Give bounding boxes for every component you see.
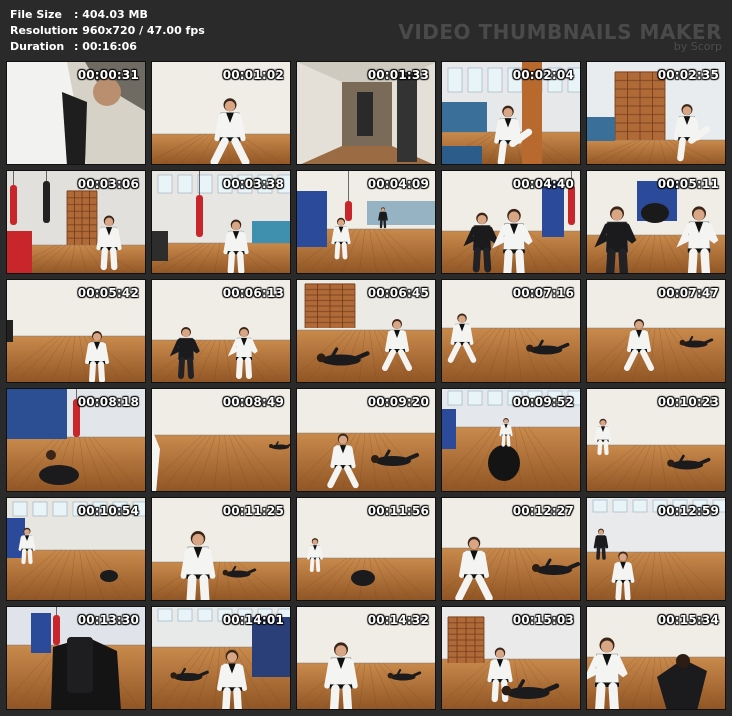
thumbnail-timestamp: 00:14:32 (367, 613, 429, 627)
thumbnail-frame[interactable]: 00:04:09 (296, 170, 436, 274)
thumbnail-frame[interactable]: 00:11:56 (296, 497, 436, 601)
file-size-row: File Size : 404.03 MB (10, 7, 205, 23)
thumbnail-timestamp: 00:01:33 (367, 68, 429, 82)
thumbnail-frame[interactable]: 00:03:38 (151, 170, 291, 274)
thumbnail-timestamp: 00:06:13 (222, 286, 284, 300)
thumbnail-frame[interactable]: 00:01:02 (151, 61, 291, 165)
thumbnail-timestamp: 00:09:20 (367, 395, 429, 409)
thumbnail-frame[interactable]: 00:05:11 (586, 170, 726, 274)
thumbnail-frame[interactable]: 00:07:47 (586, 279, 726, 383)
thumbnail-timestamp: 00:07:47 (657, 286, 719, 300)
file-size-value: : 404.03 MB (74, 8, 148, 21)
thumbnail-frame[interactable]: 00:14:32 (296, 606, 436, 710)
video-info-panel: File Size : 404.03 MB Resolution : 960x7… (10, 7, 205, 55)
thumbnail-timestamp: 00:02:35 (657, 68, 719, 82)
thumbnail-frame[interactable]: 00:13:30 (6, 606, 146, 710)
thumbnail-timestamp: 00:12:59 (657, 504, 719, 518)
thumbnail-timestamp: 00:11:56 (367, 504, 429, 518)
thumbnail-frame[interactable]: 00:10:54 (6, 497, 146, 601)
resolution-row: Resolution : 960x720 / 47.00 fps (10, 23, 205, 39)
thumbnail-frame[interactable]: 00:03:06 (6, 170, 146, 274)
brand-watermark: VIDEO THUMBNAILS MAKER by Scorp (398, 20, 722, 53)
thumbnail-frame[interactable]: 00:15:03 (441, 606, 581, 710)
thumbnail-frame[interactable]: 00:02:35 (586, 61, 726, 165)
thumbnail-frame[interactable]: 00:00:31 (6, 61, 146, 165)
resolution-label: Resolution (10, 24, 77, 37)
thumbnail-timestamp: 00:04:09 (367, 177, 429, 191)
thumbnail-frame[interactable]: 00:08:49 (151, 388, 291, 492)
thumbnail-frame[interactable]: 00:05:42 (6, 279, 146, 383)
thumbnail-frame[interactable]: 00:12:27 (441, 497, 581, 601)
thumbnail-timestamp: 00:06:45 (367, 286, 429, 300)
thumbnail-frame[interactable]: 00:09:20 (296, 388, 436, 492)
thumbnail-sheet-header: File Size : 404.03 MB Resolution : 960x7… (0, 0, 732, 60)
thumbnail-timestamp: 00:04:40 (512, 177, 574, 191)
duration-label: Duration (10, 40, 65, 53)
thumbnail-timestamp: 00:08:18 (77, 395, 139, 409)
thumbnail-frame[interactable]: 00:06:45 (296, 279, 436, 383)
resolution-value: : 960x720 / 47.00 fps (74, 24, 205, 37)
thumbnail-timestamp: 00:15:34 (657, 613, 719, 627)
thumbnail-timestamp: 00:15:03 (512, 613, 574, 627)
thumbnail-frame[interactable]: 00:08:18 (6, 388, 146, 492)
thumbnail-frame[interactable]: 00:12:59 (586, 497, 726, 601)
thumbnail-timestamp: 00:07:16 (512, 286, 574, 300)
thumbnail-frame[interactable]: 00:01:33 (296, 61, 436, 165)
duration-value: : 00:16:06 (74, 40, 137, 53)
thumbnail-frame[interactable]: 00:14:01 (151, 606, 291, 710)
thumbnail-frame[interactable]: 00:15:34 (586, 606, 726, 710)
thumbnail-grid: 00:00:31 00:01:02 00:01:33 00:02:04 00:02:35… (6, 61, 726, 710)
thumbnail-timestamp: 00:10:54 (77, 504, 139, 518)
thumbnail-frame[interactable]: 00:07:16 (441, 279, 581, 383)
thumbnail-timestamp: 00:13:30 (77, 613, 139, 627)
thumbnail-timestamp: 00:03:06 (77, 177, 139, 191)
thumbnail-timestamp: 00:14:01 (222, 613, 284, 627)
thumbnail-frame[interactable]: 00:09:52 (441, 388, 581, 492)
thumbnail-frame[interactable]: 00:11:25 (151, 497, 291, 601)
thumbnail-timestamp: 00:12:27 (512, 504, 574, 518)
thumbnail-timestamp: 00:11:25 (222, 504, 284, 518)
thumbnail-timestamp: 00:01:02 (222, 68, 284, 82)
thumbnail-timestamp: 00:05:11 (657, 177, 719, 191)
thumbnail-frame[interactable]: 00:06:13 (151, 279, 291, 383)
thumbnail-timestamp: 00:02:04 (512, 68, 574, 82)
thumbnail-timestamp: 00:05:42 (77, 286, 139, 300)
duration-row: Duration : 00:16:06 (10, 39, 205, 55)
thumbnail-timestamp: 00:03:38 (222, 177, 284, 191)
file-size-label: File Size (10, 8, 62, 21)
thumbnail-frame[interactable]: 00:02:04 (441, 61, 581, 165)
thumbnail-frame[interactable]: 00:10:23 (586, 388, 726, 492)
thumbnail-timestamp: 00:00:31 (77, 68, 139, 82)
thumbnail-timestamp: 00:10:23 (657, 395, 719, 409)
thumbnail-timestamp: 00:09:52 (512, 395, 574, 409)
thumbnail-timestamp: 00:08:49 (222, 395, 284, 409)
thumbnail-frame[interactable]: 00:04:40 (441, 170, 581, 274)
